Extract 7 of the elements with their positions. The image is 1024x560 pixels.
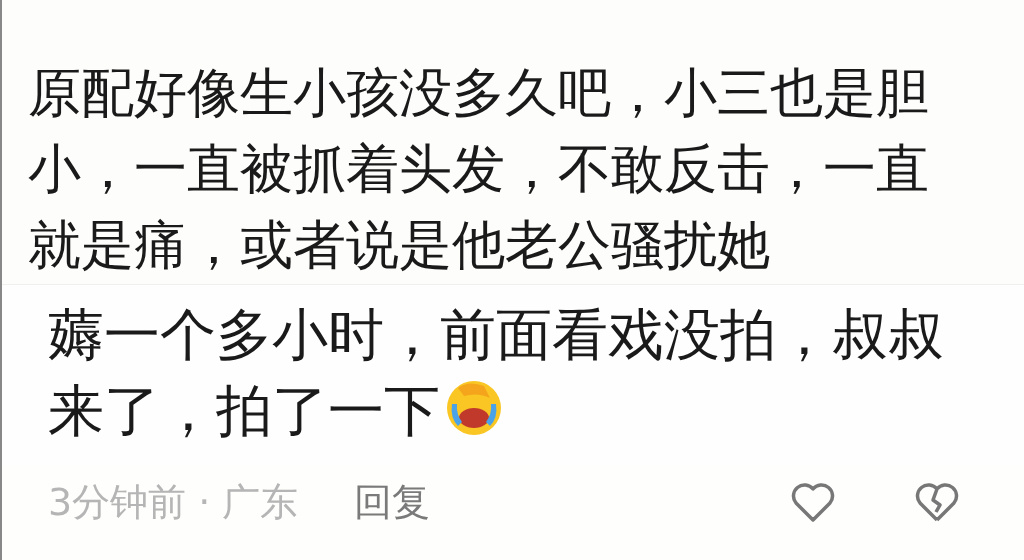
reply-text: 薅一个多小时，前面看戏没拍，叔叔来了，拍了一下	[48, 301, 945, 445]
comment-text: 原配好像生小孩没多久吧，小三也是胆小，一直被抓着头发，不敢反击，一直就是痛，或者说是他老公骚扰她	[28, 61, 930, 277]
emoji-icon	[444, 378, 504, 438]
reply-link[interactable]: 回复	[354, 477, 431, 528]
comment-meta: 3分钟前 · 广东	[48, 479, 299, 526]
broken-heart-icon[interactable]	[914, 481, 960, 524]
heart-icon[interactable]	[790, 481, 836, 524]
